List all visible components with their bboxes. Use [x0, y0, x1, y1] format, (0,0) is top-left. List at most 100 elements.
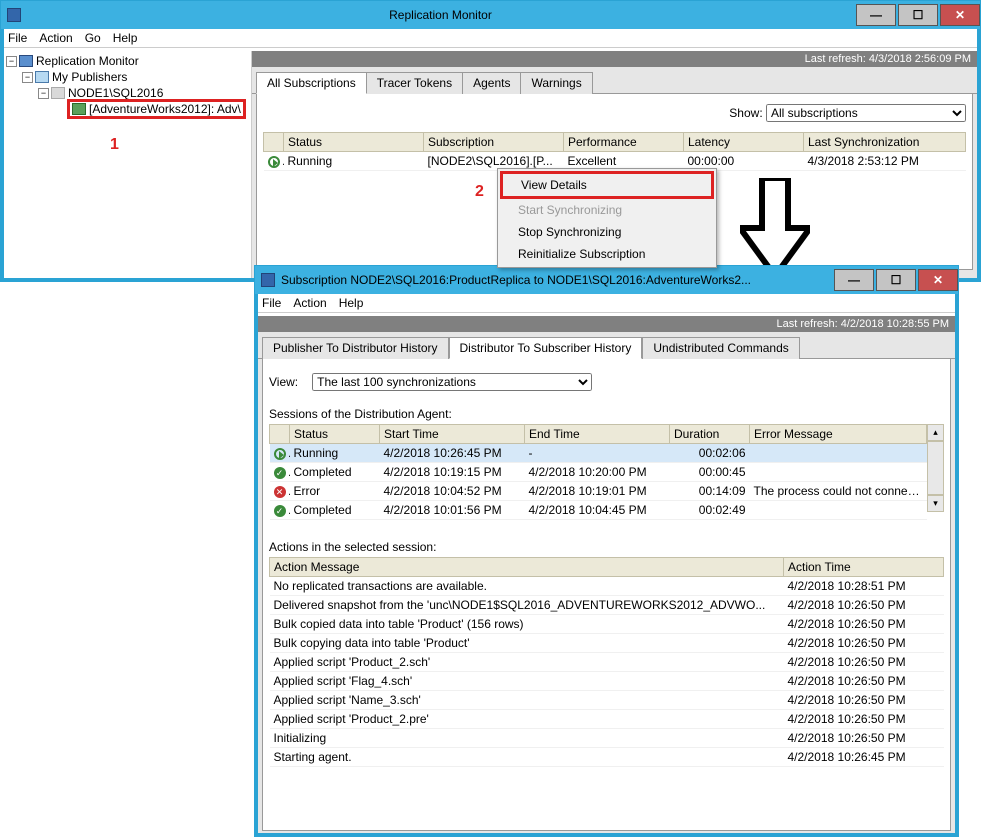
table-row[interactable]: Error4/2/2018 10:04:52 PM4/2/2018 10:19:… [270, 482, 927, 501]
scrollbar-track[interactable] [927, 441, 944, 495]
ctx-start-sync: Start Synchronizing [500, 199, 714, 221]
tab-tracer-tokens[interactable]: Tracer Tokens [367, 72, 463, 94]
tree-node-publication[interactable]: [AdventureWorks2012]: Adv\ [6, 101, 251, 117]
col-performance[interactable]: Performance [564, 133, 684, 152]
monitor-icon [19, 55, 33, 67]
col-last-sync[interactable]: Last Synchronization [804, 133, 966, 152]
table-row[interactable]: No replicated transactions are available… [270, 577, 944, 596]
tree-pane: − Replication Monitor − My Publishers − … [4, 51, 252, 278]
window-title: Replication Monitor [27, 8, 854, 22]
context-menu: View Details Start Synchronizing Stop Sy… [497, 168, 717, 268]
tab-warnings[interactable]: Warnings [521, 72, 592, 94]
maximize-button[interactable]: ☐ [876, 269, 916, 291]
tree-server-label: NODE1\SQL2016 [68, 86, 163, 100]
tab-pub-to-dist[interactable]: Publisher To Distributor History [262, 337, 449, 359]
tree-publishers-label: My Publishers [52, 70, 127, 84]
ctx-reinit[interactable]: Reinitialize Subscription [500, 243, 714, 265]
table-row[interactable]: Initializing4/2/2018 10:26:50 PM [270, 729, 944, 748]
table-row[interactable]: Completed4/2/2018 10:19:15 PM4/2/2018 10… [270, 463, 927, 482]
scroll-down-button[interactable]: ▾ [927, 495, 944, 512]
menu-file[interactable]: File [262, 296, 281, 310]
annotation-box-1: [AdventureWorks2012]: Adv\ [67, 99, 246, 119]
expand-icon[interactable]: − [38, 88, 49, 99]
menu-help[interactable]: Help [113, 31, 138, 45]
col-icon[interactable] [264, 133, 284, 152]
table-row[interactable]: Delivered snapshot from the 'unc\NODE1$S… [270, 596, 944, 615]
actions-grid: Action Message Action Time No replicated… [269, 557, 944, 767]
table-row[interactable]: Starting agent.4/2/2018 10:26:45 PM [270, 748, 944, 767]
tree-root[interactable]: − Replication Monitor [6, 53, 251, 69]
arrow-down-icon [740, 178, 810, 278]
annotation-number-1: 1 [110, 136, 119, 154]
show-label: Show: [729, 106, 762, 120]
tab-undistributed[interactable]: Undistributed Commands [642, 337, 799, 359]
running-icon [268, 156, 280, 168]
annotation-number-2: 2 [475, 183, 484, 201]
tab-agents[interactable]: Agents [463, 72, 521, 94]
scroll-up-button[interactable]: ▴ [927, 424, 944, 441]
subscriptions-grid: Status Subscription Performance Latency … [263, 132, 966, 171]
actions-label: Actions in the selected session: [269, 534, 944, 557]
table-row[interactable]: Bulk copied data into table 'Product' (1… [270, 615, 944, 634]
tree-publication-label: [AdventureWorks2012]: Adv\ [89, 102, 241, 116]
close-button[interactable]: ✕ [918, 269, 958, 291]
minimize-button[interactable]: — [856, 4, 896, 26]
table-row[interactable]: Applied script 'Name_3.sch'4/2/2018 10:2… [270, 691, 944, 710]
maximize-button[interactable]: ☐ [898, 4, 938, 26]
server-icon [51, 87, 65, 99]
table-row[interactable]: Completed4/2/2018 10:01:56 PM4/2/2018 10… [270, 501, 927, 520]
running-icon [274, 448, 286, 460]
refresh-bar: Last refresh: 4/2/2018 10:28:55 PM [258, 316, 955, 332]
menu-action[interactable]: Action [293, 296, 326, 310]
publishers-icon [35, 71, 49, 83]
replication-monitor-window: Replication Monitor — ☐ ✕ File Action Go… [0, 0, 981, 282]
table-row[interactable]: Applied script 'Product_2.pre'4/2/2018 1… [270, 710, 944, 729]
show-dropdown[interactable]: All subscriptions [766, 104, 966, 122]
menubar: File Action Go Help [4, 29, 977, 48]
view-dropdown[interactable]: The last 100 synchronizations [312, 373, 592, 391]
titlebar[interactable]: Replication Monitor — ☐ ✕ [1, 1, 980, 29]
col-subscription[interactable]: Subscription [424, 133, 564, 152]
col-action-message[interactable]: Action Message [270, 558, 784, 577]
tab-all-subscriptions[interactable]: All Subscriptions [256, 72, 367, 94]
ctx-view-details[interactable]: View Details [500, 171, 714, 199]
col-status[interactable]: Status [284, 133, 424, 152]
expand-icon[interactable]: − [6, 56, 17, 67]
tree-publishers[interactable]: − My Publishers [6, 69, 251, 85]
col-status[interactable]: Status [290, 425, 380, 444]
sessions-label: Sessions of the Distribution Agent: [269, 401, 944, 424]
subscription-details-window: Subscription NODE2\SQL2016:ProductReplic… [254, 265, 959, 837]
titlebar[interactable]: Subscription NODE2\SQL2016:ProductReplic… [255, 266, 958, 294]
table-row[interactable]: Running4/2/2018 10:26:45 PM-00:02:06 [270, 444, 927, 463]
menu-action[interactable]: Action [39, 31, 72, 45]
ctx-stop-sync[interactable]: Stop Synchronizing [500, 221, 714, 243]
close-button[interactable]: ✕ [940, 4, 980, 26]
right-pane: Last refresh: 4/3/2018 2:56:09 PM All Su… [252, 51, 977, 278]
refresh-bar: Last refresh: 4/3/2018 2:56:09 PM [252, 51, 977, 67]
tab-dist-to-sub[interactable]: Distributor To Subscriber History [449, 337, 643, 359]
table-row[interactable]: Applied script 'Flag_4.sch'4/2/2018 10:2… [270, 672, 944, 691]
tree-root-label: Replication Monitor [36, 54, 139, 68]
error-icon [274, 486, 286, 498]
expand-icon[interactable]: − [22, 72, 33, 83]
tab-strip: Publisher To Distributor History Distrib… [258, 332, 955, 359]
col-start[interactable]: Start Time [380, 425, 525, 444]
publication-icon [72, 103, 86, 115]
col-latency[interactable]: Latency [684, 133, 804, 152]
window-title: Subscription NODE2\SQL2016:ProductReplic… [281, 273, 832, 287]
col-error[interactable]: Error Message [750, 425, 927, 444]
minimize-button[interactable]: — [834, 269, 874, 291]
completed-icon [274, 467, 286, 479]
sessions-grid: Status Start Time End Time Duration Erro… [269, 424, 927, 520]
col-action-time[interactable]: Action Time [784, 558, 944, 577]
table-row[interactable]: Applied script 'Product_2.sch'4/2/2018 1… [270, 653, 944, 672]
menu-go[interactable]: Go [85, 31, 101, 45]
completed-icon [274, 505, 286, 517]
col-duration[interactable]: Duration [670, 425, 750, 444]
col-end[interactable]: End Time [525, 425, 670, 444]
col-icon[interactable] [270, 425, 290, 444]
menu-file[interactable]: File [8, 31, 27, 45]
view-label: View: [269, 375, 298, 389]
table-row[interactable]: Bulk copying data into table 'Product'4/… [270, 634, 944, 653]
menu-help[interactable]: Help [339, 296, 364, 310]
